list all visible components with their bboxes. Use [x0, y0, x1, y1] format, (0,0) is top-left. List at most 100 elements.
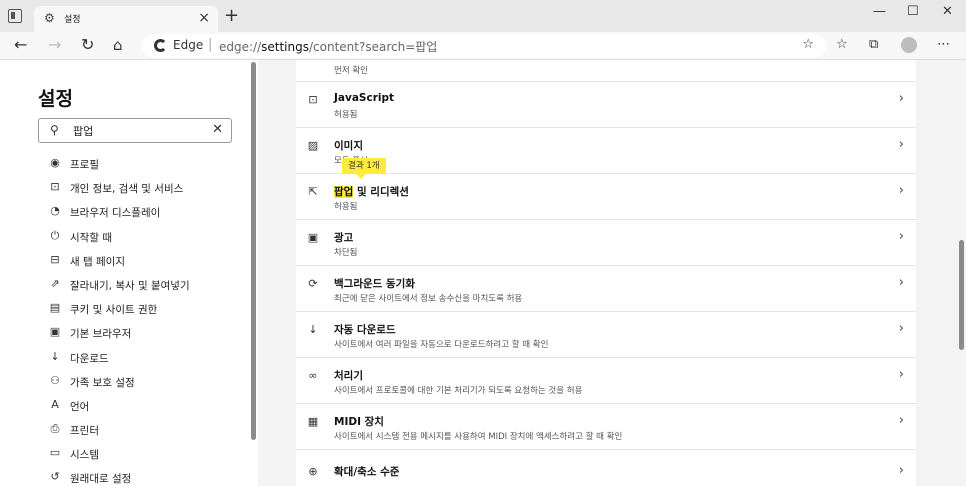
sidebar-item-system[interactable]: ▭ 시스템: [48, 442, 248, 466]
sidebar-item-label: 다운로드: [70, 352, 109, 365]
back-icon[interactable]: ←: [14, 36, 27, 54]
refresh-icon[interactable]: ↻: [81, 36, 94, 54]
reset-icon: ↺: [50, 470, 60, 484]
sidebar-item-power[interactable]: ⏻ 시작할 때: [48, 225, 248, 249]
sidebar-nav: ◉ 프로필 ⊡ 개인 정보, 검색 및 서비스 ◔ 브라우저 디스플레이 ⏻ 시작할 때 ⊟ 새 …: [48, 152, 248, 486]
permission-status: 차단됨: [334, 248, 358, 258]
more-menu-icon[interactable]: ⋯: [937, 37, 950, 53]
profile-avatar[interactable]: [901, 37, 917, 53]
sidebar-item-download[interactable]: ↓ 다운로드: [48, 346, 248, 370]
sidebar-item-label: 프로필: [70, 159, 99, 171]
main-scrollbar[interactable]: [959, 240, 964, 350]
tab-close-icon[interactable]: ×: [198, 10, 210, 26]
sidebar-item-profile[interactable]: ◉ 프로필: [48, 152, 248, 176]
browser-toolbar: ← → ↻ ⌂ Edge | edge://settings/content?s…: [0, 32, 966, 60]
gear-icon: ⚙: [44, 11, 55, 25]
permission-status: 사이트에서 프로토콜에 대한 기본 처리기가 되도록 요청하는 것을 허용: [334, 386, 583, 396]
minimize-button[interactable]: —: [873, 4, 886, 20]
sidebar-item-browser[interactable]: ▣ 기본 브라우저: [48, 321, 248, 345]
sidebar-item-label: 쿠키 및 사이트 권한: [70, 304, 158, 317]
permission-row-image[interactable]: ▨이미지모두 표시›: [296, 127, 916, 173]
permission-row-sync[interactable]: ⟳ 백그라운드 동기화 최근에 닫은 사이트에서 정보 송수신을 마치도록 허용 ›: [296, 265, 916, 311]
system-icon: ▭: [49, 446, 61, 460]
sidebar-item-cookie[interactable]: ▤ 쿠키 및 사이트 권한: [48, 297, 248, 321]
permission-status: 사이트에서 여러 파일을 자동으로 다운로드하려고 할 때 확인: [334, 340, 549, 350]
permission-status: 최근에 닫은 사이트에서 정보 송수신을 마치도록 허용: [334, 294, 523, 304]
sidebar-item-label: 기본 브라우저: [70, 328, 132, 341]
tab-settings[interactable]: ⚙ 설정 ×: [34, 6, 218, 32]
favorites-icon[interactable]: ☆: [836, 37, 848, 53]
chevron-right-icon: ›: [898, 229, 904, 244]
top-row-subtitle: 먼저 확인: [334, 66, 368, 76]
forward-icon[interactable]: →: [48, 36, 61, 54]
sidebar-item-label: 브라우저 디스플레이: [70, 207, 161, 220]
permission-row-download[interactable]: ↓ 자동 다운로드 사이트에서 여러 파일을 자동으로 다운로드하려고 할 때 확인…: [296, 311, 916, 357]
edge-logo-icon: [154, 39, 167, 52]
sidebar-item-lock[interactable]: ⊡ 개인 정보, 검색 및 서비스: [48, 176, 248, 200]
sidebar-item-appearance[interactable]: ◔ 브라우저 디스플레이: [48, 200, 248, 224]
newtab-icon: ⊟: [50, 252, 60, 266]
site-permissions-panel: 먼저 확인 ⊡JavaScript허용됨›▨이미지모두 표시›⇱팝업 및 리디렉…: [296, 60, 916, 486]
share-icon: ⇗: [50, 276, 60, 290]
search-icon: ⚲: [50, 123, 59, 137]
sidebar-scrollbar[interactable]: [251, 62, 256, 440]
search-result-tooltip: 결과 1개: [342, 158, 386, 179]
address-brand: Edge: [173, 38, 204, 52]
close-window-button[interactable]: ✕: [942, 4, 953, 20]
address-bar[interactable]: Edge | edge://settings/content?search=팝업…: [142, 34, 826, 58]
permission-status: 허용됨: [334, 202, 358, 212]
new-tab-button[interactable]: +: [224, 7, 239, 25]
permission-row-ads[interactable]: ▣ 광고차단됨 ›: [296, 219, 916, 265]
download-icon: ↓: [50, 349, 60, 363]
sidebar-item-printer[interactable]: ⎙ 프린터: [48, 418, 248, 442]
sidebar-item-language[interactable]: A 언어: [48, 394, 248, 418]
favorite-star-icon[interactable]: ☆: [802, 37, 814, 52]
family-icon: ⚇: [50, 373, 60, 387]
permission-title: 백그라운드 동기화: [334, 278, 415, 290]
maximize-button[interactable]: ☐: [907, 4, 919, 20]
permission-title: JavaScript: [334, 92, 395, 104]
ads-icon: ▣: [307, 231, 319, 244]
sidebar-item-newtab[interactable]: ⊟ 새 탭 페이지: [48, 249, 248, 273]
handler-icon: ∞: [308, 369, 318, 382]
image-icon: ▨: [307, 139, 319, 152]
midi-icon: ▦: [307, 415, 319, 428]
settings-main: 먼저 확인 ⊡JavaScript허용됨›▨이미지모두 표시›⇱팝업 및 리디렉…: [258, 60, 966, 486]
search-input[interactable]: [73, 122, 203, 139]
home-icon[interactable]: ⌂: [113, 36, 123, 54]
lock-icon: ⊡: [50, 180, 60, 194]
settings-sidebar: 설정 ⚲ ✕ ◉ 프로필 ⊡ 개인 정보, 검색 및 서비스 ◔ 브라우저 디스플레이 ⏻ 시…: [0, 60, 258, 486]
settings-search-box[interactable]: ⚲ ✕: [38, 118, 232, 143]
permission-row-javascript[interactable]: ⊡ JavaScript 허용됨 ›: [296, 81, 916, 127]
address-url: edge://settings/content?search=팝업: [219, 40, 438, 54]
power-icon: ⏻: [50, 228, 60, 242]
sidebar-item-label: 가족 보호 설정: [70, 376, 135, 389]
permission-status: 허용됨: [334, 110, 358, 120]
permission-title: 확대/축소 수준: [334, 466, 400, 478]
permission-status: 사이트에서 시스템 전용 메시지를 사용하여 MIDI 장치에 액세스하려고 할…: [334, 432, 623, 442]
sidebar-item-label: 시작할 때: [70, 231, 112, 244]
language-icon: A: [51, 397, 59, 411]
permission-row-popup[interactable]: ⇱ 팝업 및 리디렉션 허용됨 ›: [296, 173, 916, 219]
sidebar-item-label: 언어: [70, 400, 90, 413]
collections-icon[interactable]: ⧉: [869, 37, 878, 53]
chevron-right-icon: ›: [898, 137, 904, 152]
permission-row-midi[interactable]: ▦ MIDI 장치사이트에서 시스템 전용 메시지를 사용하여 MIDI 장치에 …: [296, 403, 916, 449]
permission-title: 자동 다운로드: [334, 324, 396, 336]
window-menu-icon[interactable]: [8, 9, 22, 23]
clear-search-icon[interactable]: ✕: [212, 122, 223, 137]
settings-title: 설정: [38, 88, 73, 110]
permission-title: MIDI 장치: [334, 416, 384, 428]
permission-row-zoom[interactable]: ⊕ 확대/축소 수준 ›: [296, 449, 916, 486]
permission-title: 이미지: [334, 140, 363, 152]
permission-row-handler[interactable]: ∞ 처리기 사이트에서 프로토콜에 대한 기본 처리기가 되도록 요청하는 것을 허…: [296, 357, 916, 403]
permission-title: 광고: [334, 232, 354, 244]
chevron-right-icon: ›: [898, 321, 904, 336]
sidebar-item-label: 프린터: [70, 425, 99, 438]
sidebar-item-share[interactable]: ⇗ 잘라내기, 복사 및 붙여넣기: [48, 273, 248, 297]
search-highlight: 팝업: [334, 186, 354, 198]
sidebar-item-label: 시스템: [70, 449, 99, 462]
sidebar-item-reset[interactable]: ↺ 원래대로 설정: [48, 466, 248, 486]
sidebar-item-family[interactable]: ⚇ 가족 보호 설정: [48, 370, 248, 394]
sidebar-item-label: 개인 정보, 검색 및 서비스: [70, 183, 184, 196]
